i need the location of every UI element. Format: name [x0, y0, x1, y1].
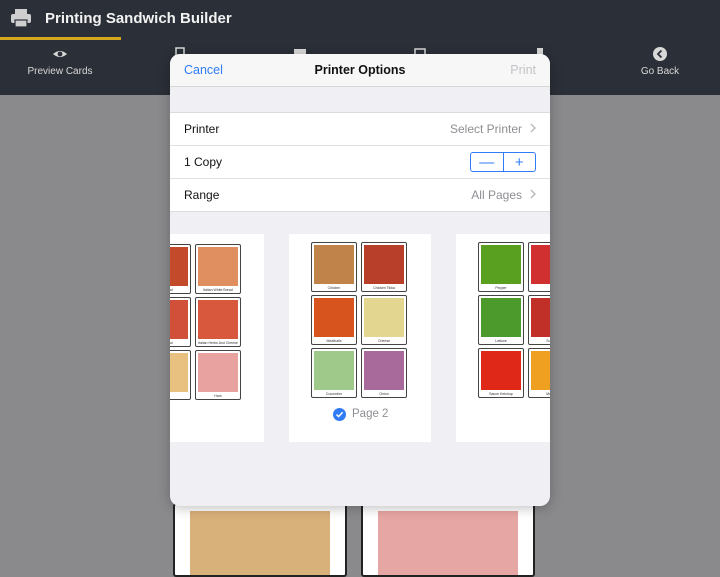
range-label: Range — [184, 188, 220, 202]
checkmark-icon — [333, 407, 346, 421]
bread-image — [190, 511, 330, 575]
eye-icon — [53, 51, 67, 57]
ingredient-card: Cucumber — [311, 348, 357, 398]
ingredient-caption: Sundr — [546, 339, 550, 343]
ingredient-card: Onion — [361, 348, 407, 398]
background-card-bread — [173, 503, 347, 577]
ingredient-image — [314, 245, 354, 284]
ingredient-caption: Cheese — [377, 339, 391, 343]
ingredient-image — [198, 247, 238, 286]
ingredient-caption: Italian White Bread — [203, 288, 233, 292]
ingredient-image — [314, 298, 354, 337]
ingredient-card: Mustd — [528, 348, 550, 398]
ingredient-card: Ham — [195, 350, 241, 400]
printer-options-dialog: Cancel Printer Options Print Printer Sel… — [170, 54, 550, 506]
ingredient-card: Cheese — [361, 295, 407, 345]
ingredient-image — [531, 245, 550, 284]
ingredient-image — [170, 247, 188, 286]
page-preview-1[interactable]: Bread Italian White Bread Bread Italian Her… — [170, 234, 264, 442]
printer-value: Select Printer — [449, 122, 522, 136]
ingredient-caption: Bread — [170, 341, 173, 345]
print-button: Print — [510, 63, 536, 77]
copies-label: 1 Copy — [184, 155, 223, 169]
back-arrow-icon — [653, 47, 667, 61]
ingredient-card — [170, 350, 191, 400]
go-back-label: Go Back — [640, 66, 680, 77]
ingredient-image — [314, 351, 354, 390]
ingredient-caption: Onion — [379, 392, 389, 396]
ingredient-image — [364, 245, 404, 284]
chevron-right-icon — [530, 189, 536, 199]
ingredient-image — [198, 353, 238, 392]
copies-stepper[interactable]: — + — [470, 152, 536, 172]
dialog-title: Printer Options — [314, 63, 406, 77]
ingredient-caption: Sauce Ketchup — [489, 392, 513, 396]
ingredient-image — [364, 298, 404, 337]
ingredient-card: Chicken Tikka — [361, 242, 407, 292]
ingredient-card: Bread — [170, 297, 191, 347]
printer-row[interactable]: Printer Select Printer — [170, 113, 550, 146]
ingredient-image — [481, 245, 521, 284]
range-value: All Pages — [471, 188, 522, 202]
ingredient-image — [481, 351, 521, 390]
ingredient-caption: Chicken — [327, 286, 341, 290]
settings-list: Printer Select Printer 1 Copy — + Range … — [170, 112, 550, 212]
ingredient-caption: Cucumber — [325, 392, 343, 396]
chevron-right-icon — [530, 123, 536, 133]
ingredient-caption: Meatballs — [326, 339, 342, 343]
ingredient-caption: Italian Herbs And Cheese — [198, 341, 238, 345]
copies-row: 1 Copy — + — [170, 146, 550, 179]
title-bar: Printing Sandwich Builder — [0, 0, 720, 38]
card-grid: Chicken Chicken Tikka Meatballs Cheese Cucum… — [311, 242, 407, 398]
active-tab-indicator — [0, 37, 121, 40]
ham-image — [378, 511, 518, 575]
ingredient-image — [170, 353, 188, 392]
ingredient-card: Sauce Ketchup — [478, 348, 524, 398]
card-grid: Bread Italian White Bread Bread Italian Her… — [170, 244, 241, 400]
increment-button[interactable]: + — [502, 153, 536, 171]
dialog-nav-bar: Cancel Printer Options Print — [170, 54, 550, 87]
ingredient-card: Italian White Bread — [195, 244, 241, 294]
go-back-button[interactable]: Go Back — [600, 46, 720, 77]
ingredient-image — [170, 300, 188, 339]
ingredient-caption: Ham — [214, 394, 222, 398]
ingredient-card: Chicken — [311, 242, 357, 292]
background-card-ham — [361, 503, 535, 577]
printer-icon — [11, 9, 31, 28]
card-grid: Pepper Lettuce Sundr Sauce Ketchup Mustd — [478, 242, 550, 398]
ingredient-card: Meatballs — [311, 295, 357, 345]
ingredient-card: Sundr — [528, 295, 550, 345]
ingredient-caption: Mustd — [546, 392, 550, 396]
preview-cards-button[interactable]: Preview Cards — [0, 46, 120, 77]
app-title: Printing Sandwich Builder — [45, 10, 232, 27]
ingredient-caption: Chicken Tikka — [373, 286, 395, 290]
ingredient-card — [528, 242, 550, 292]
preview-cards-label: Preview Cards — [27, 66, 93, 77]
ingredient-image — [531, 351, 550, 390]
ingredient-caption: Bread — [170, 288, 173, 292]
ingredient-caption: Lettuce — [495, 339, 507, 343]
ingredient-card: Bread — [170, 244, 191, 294]
ingredient-card: Pepper — [478, 242, 524, 292]
ingredient-image — [531, 298, 550, 337]
ingredient-image — [364, 351, 404, 390]
ingredient-caption: Pepper — [495, 286, 507, 290]
range-row[interactable]: Range All Pages — [170, 179, 550, 211]
ingredient-card: Italian Herbs And Cheese — [195, 297, 241, 347]
ingredient-image — [481, 298, 521, 337]
page-preview-3[interactable]: Pepper Lettuce Sundr Sauce Ketchup Mustd — [456, 234, 550, 442]
page-selection[interactable]: Page 2 — [333, 405, 388, 423]
printer-label: Printer — [184, 122, 220, 136]
decrement-button[interactable]: — — [471, 153, 503, 171]
page-label: Page 2 — [352, 408, 389, 420]
ingredient-image — [198, 300, 238, 339]
cancel-button[interactable]: Cancel — [184, 63, 223, 77]
ingredient-card: Lettuce — [478, 295, 524, 345]
